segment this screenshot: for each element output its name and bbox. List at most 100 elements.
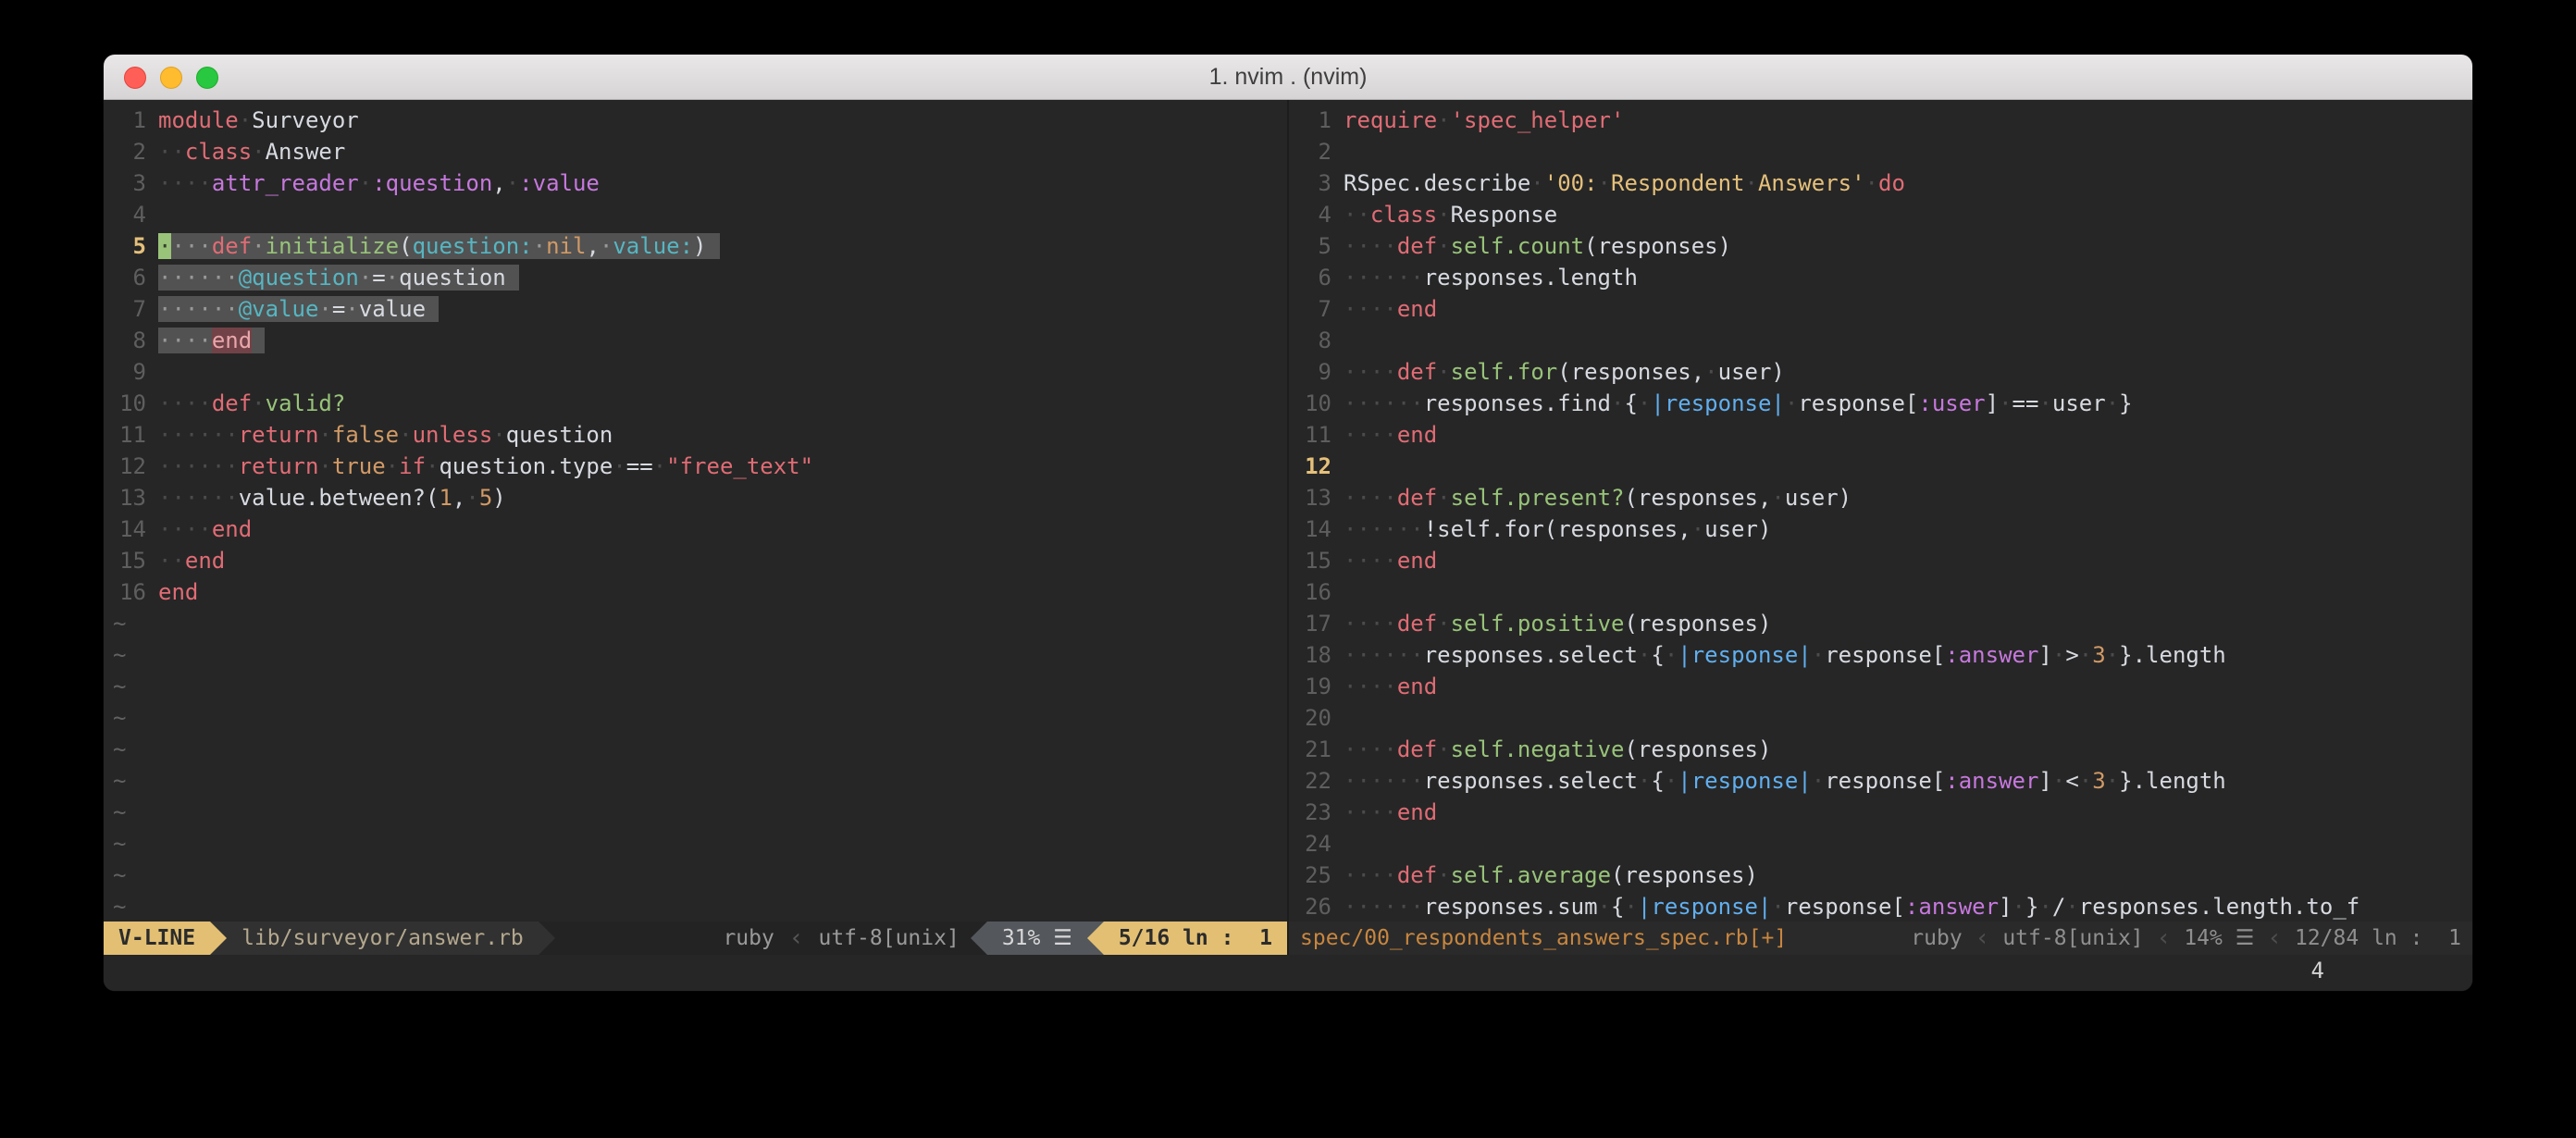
code-line: 12······return·true·if·question.type·==·… [104, 451, 1287, 482]
line-number: 23 [1289, 797, 1331, 828]
code-line: 13 ····def·self.present?(responses,·user) [1289, 482, 2472, 513]
buffer-spec-rb[interactable]: 1 require·'spec_helper' 23RSpec.describe·'… [1289, 100, 2472, 922]
nvim-terminal: 1module·Surveyor2··class·Answer3····attr… [104, 100, 2472, 991]
code-text: ····attr_reader·:question,·:value [158, 170, 600, 196]
statusline-left: V-LINE lib/surveyor/answer.rb ruby ‹ utf… [104, 922, 1287, 955]
code-text: require·'spec_helper' [1344, 107, 1624, 133]
line-number: 16 [104, 576, 146, 608]
mode-indicator: V-LINE [104, 922, 210, 955]
code-line: 23 ····end [1289, 797, 2472, 828]
line-number: 1 [1289, 105, 1331, 136]
line-number: 3 [1289, 167, 1331, 199]
titlebar[interactable]: 1. nvim . (nvim) [104, 55, 2472, 100]
line-number: 14 [104, 513, 146, 545]
powerline-arrow-icon [1087, 922, 1104, 955]
line-number: 2 [1289, 136, 1331, 167]
code-text: module·Surveyor [158, 107, 359, 133]
code-text: ······return·false·unless·question [158, 422, 613, 448]
line-number: 8 [1289, 325, 1331, 356]
code-line: 24 [1289, 828, 2472, 860]
code-line: 2 [1289, 136, 2472, 167]
code-line: 6······responses.length [1289, 262, 2472, 293]
code-line: 20 [1289, 702, 2472, 734]
code-line: 11 ······return·false·unless·question [104, 419, 1287, 451]
code-text: ······return·true·if·question.type·==·"f… [158, 453, 813, 479]
code-line: 12 [1289, 451, 2472, 482]
code-line: ~ [104, 797, 1287, 828]
line-number: 22 [1289, 765, 1331, 797]
code-line: 6 ······@question·=·question [104, 262, 1287, 293]
line-number: 24 [1289, 828, 1331, 860]
left-pane: 1module·Surveyor2··class·Answer3····attr… [104, 100, 1289, 955]
code-line: 7 ····end [1289, 293, 2472, 325]
code-text: ··end [158, 548, 225, 574]
code-line: ~ [104, 860, 1287, 891]
line-number: 9 [1289, 356, 1331, 388]
code-line: 5 ····def·initialize(question:·nil,·value… [104, 230, 1287, 262]
line-number: 8 [104, 325, 146, 356]
line-number: 9 [104, 356, 146, 388]
line-number: 7 [1289, 293, 1331, 325]
line-number: 1 [104, 105, 146, 136]
line-number: 4 [104, 199, 146, 230]
line-number: 20 [1289, 702, 1331, 734]
line-number: 5 [104, 230, 146, 262]
split-panes: 1module·Surveyor2··class·Answer3····attr… [104, 100, 2472, 955]
scroll-percent-right: 14% ☰ [2173, 922, 2265, 955]
code-line: 7······@value·=·value [104, 293, 1287, 325]
code-line: 17····def·self.positive(responses) [1289, 608, 2472, 639]
code-text: ······responses.select·{·|response|·resp… [1344, 768, 2226, 794]
code-line: 10 ····def·valid? [104, 388, 1287, 419]
code-text: ······@question·=·question [158, 265, 519, 291]
code-text: ····end [1344, 422, 1437, 448]
code-text: ····end [1344, 296, 1437, 322]
code-line: 15··end [104, 545, 1287, 576]
code-line: 25····def·self.average(responses) [1289, 860, 2472, 891]
code-text: ······@value·=·value [158, 296, 439, 322]
code-line: 16 [1289, 576, 2472, 608]
separator-icon: ‹ [786, 922, 808, 955]
code-line: 11····end [1289, 419, 2472, 451]
line-number: 19 [1289, 671, 1331, 702]
code-line: 15····end [1289, 545, 2472, 576]
code-text: ····end [1344, 548, 1437, 574]
code-text: ····def·self.present?(responses,·user) [1344, 485, 1852, 511]
code-line: 21····def·self.negative(responses) [1289, 734, 2472, 765]
code-text: ····def·self.for(responses,·user) [1344, 359, 1785, 385]
code-text: ····end [158, 328, 265, 353]
tilde-marker: ~ [104, 642, 126, 668]
code-line: 9 ····def·self.for(responses,·user) [1289, 356, 2472, 388]
line-number: 3 [104, 167, 146, 199]
cursor-position-left: 5/16 ln : 1 [1104, 922, 1287, 955]
filetype-right: ruby [1900, 922, 1973, 955]
code-line: 13······value.between?(1,·5) [104, 482, 1287, 513]
tilde-marker: ~ [104, 799, 126, 825]
code-text: ····def·initialize(question:·nil,·value:… [158, 233, 720, 259]
code-line: 1 module·Surveyor [104, 105, 1287, 136]
code-line: 14····end [104, 513, 1287, 545]
code-line: 16end [104, 576, 1287, 608]
code-text: ····def·self.positive(responses) [1344, 611, 1771, 637]
powerline-arrow-icon [971, 922, 987, 955]
line-number: 11 [104, 419, 146, 451]
line-number: 4 [1289, 199, 1331, 230]
line-number: 13 [1289, 482, 1331, 513]
code-text: ····def·self.negative(responses) [1344, 736, 1771, 762]
tilde-marker: ~ [104, 674, 126, 699]
buffer-answer-rb[interactable]: 1module·Surveyor2··class·Answer3····attr… [104, 100, 1287, 922]
tilde-marker: ~ [104, 705, 126, 731]
code-text: ····end [1344, 674, 1437, 699]
line-number: 10 [1289, 388, 1331, 419]
line-number: 10 [104, 388, 146, 419]
code-text: ······responses.find·{·|response|·respon… [1344, 390, 2133, 416]
tilde-marker: ~ [104, 768, 126, 794]
line-number: 6 [104, 262, 146, 293]
code-line: 8 ····end [104, 325, 1287, 356]
code-text: ····def·valid? [158, 390, 345, 416]
code-line: ~ [104, 734, 1287, 765]
code-text: ····end [1344, 799, 1437, 825]
code-line: 22 ······responses.select·{·|response|·re… [1289, 765, 2472, 797]
code-line: 26······responses.sum·{·|response|·respo… [1289, 891, 2472, 922]
code-line: 3RSpec.describe·'00:·Respondent·Answers'… [1289, 167, 2472, 199]
terminal-window: 1. nvim . (nvim) 1module·Surveyor2··clas… [104, 55, 2472, 991]
